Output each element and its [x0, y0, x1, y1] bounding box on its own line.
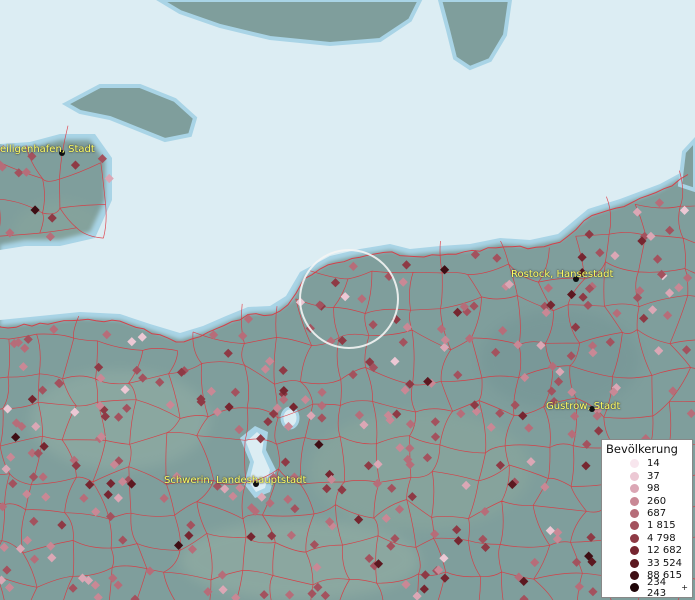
legend-plus-mark: +	[681, 583, 688, 593]
legend-label: 14	[647, 458, 660, 470]
city-label-rostock[interactable]: Rostock, Hansestadt	[511, 269, 613, 280]
legend-item: 687	[606, 507, 688, 519]
legend-label: 687	[647, 507, 667, 519]
map-legend: Bevölkerung 14 37 98 260 687 1 815 4 798 12 682…	[601, 438, 693, 599]
legend-item: 14	[606, 458, 688, 470]
legend-item: 234 243 +	[606, 577, 688, 599]
legend-item: 33 524	[606, 557, 688, 569]
legend-label: 33 524	[647, 557, 682, 569]
city-label-guestrow[interactable]: Güstrow, Stadt	[546, 401, 620, 412]
map-view[interactable]: eiligenhafen, Stadt Rostock, Hansestadt …	[0, 0, 695, 600]
legend-swatch	[630, 570, 639, 580]
legend-swatch	[630, 484, 639, 494]
legend-item: 12 682	[606, 544, 688, 556]
legend-label: 98	[647, 483, 660, 495]
legend-swatch	[630, 459, 639, 469]
legend-label: 37	[647, 470, 660, 482]
legend-item: 260	[606, 495, 688, 507]
legend-swatch	[630, 533, 639, 543]
legend-label: 12 682	[647, 545, 682, 557]
legend-swatch	[630, 508, 639, 518]
legend-title: Bevölkerung	[606, 441, 678, 456]
legend-label: 234 243	[647, 576, 667, 599]
city-label-heiligenhafen[interactable]: eiligenhafen, Stadt	[0, 144, 95, 155]
legend-swatch	[630, 546, 639, 556]
legend-swatch	[630, 558, 639, 568]
legend-item: 98	[606, 482, 688, 494]
legend-item: 4 798	[606, 532, 688, 544]
city-label-schwerin[interactable]: Schwerin, Landeshauptstadt	[164, 475, 306, 486]
map-canvas[interactable]	[0, 0, 695, 600]
legend-item: 37	[606, 470, 688, 482]
legend-swatch	[630, 583, 639, 593]
legend-rows: 14 37 98 260 687 1 815 4 798 12 682 33 524 88 615…	[606, 458, 688, 599]
legend-item: 1 815	[606, 520, 688, 532]
legend-swatch	[630, 471, 639, 481]
legend-label: 260	[647, 495, 667, 507]
legend-label: 1 815	[647, 520, 676, 532]
legend-swatch	[630, 521, 639, 531]
legend-swatch	[630, 496, 639, 506]
legend-label: 4 798	[647, 532, 676, 544]
